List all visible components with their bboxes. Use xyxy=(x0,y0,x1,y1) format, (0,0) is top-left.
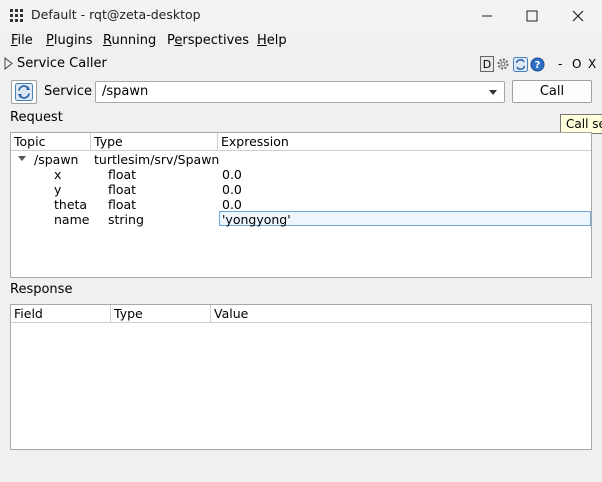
maximize-button[interactable] xyxy=(509,0,555,31)
tree-row[interactable]: x float 0.0 xyxy=(11,167,591,182)
refresh-services-button[interactable] xyxy=(11,80,37,104)
response-label: Response xyxy=(10,282,73,297)
menu-bar: File Plugins Running Perspectives Help xyxy=(0,31,602,51)
tree-cell-type: turtlesim/srv/Spawn xyxy=(94,152,220,167)
menu-running[interactable]: Running xyxy=(103,33,156,48)
call-tooltip: Call service xyxy=(560,114,602,134)
help-icon[interactable]: ? xyxy=(529,56,545,72)
dock-d-button[interactable]: D xyxy=(480,56,494,72)
request-label: Request xyxy=(10,110,63,125)
minimize-icon xyxy=(482,15,492,16)
tree-cell-expression[interactable]: 0.0 xyxy=(222,197,242,212)
refresh-icon[interactable] xyxy=(512,56,528,72)
tree-cell-topic: name xyxy=(54,212,90,227)
menu-perspectives[interactable]: Perspectives xyxy=(167,33,249,48)
dock-float-button[interactable]: O xyxy=(572,57,581,71)
tree-cell-type: float xyxy=(108,197,137,212)
menu-help[interactable]: Help xyxy=(257,33,287,48)
app-grid-icon xyxy=(10,9,24,23)
column-header-expression[interactable]: Expression xyxy=(218,133,591,151)
expression-edit-value[interactable]: 'yongyong' xyxy=(222,212,291,227)
column-header-value[interactable]: Value xyxy=(211,305,591,323)
dock-title: Service Caller xyxy=(17,56,107,71)
minimize-button[interactable] xyxy=(464,0,510,31)
tree-cell-type: float xyxy=(108,182,137,197)
expand-arrow-icon[interactable] xyxy=(18,156,26,161)
dock-tools: D ? xyxy=(480,55,545,73)
dock-minimize-button[interactable]: - xyxy=(558,57,562,71)
maximize-icon xyxy=(526,10,538,21)
window-titlebar: Default - rqt@zeta-desktop xyxy=(0,0,602,31)
tree-cell-expression[interactable]: 0.0 xyxy=(222,182,242,197)
request-tree-header: Topic Type Expression xyxy=(11,133,591,151)
response-tree-header: Field Type Value xyxy=(11,305,591,323)
tree-row-root[interactable]: /spawn turtlesim/srv/Spawn xyxy=(11,152,591,167)
call-button[interactable]: Call xyxy=(512,80,592,103)
column-header-field[interactable]: Field xyxy=(11,305,111,323)
window-title: Default - rqt@zeta-desktop xyxy=(31,7,201,22)
tree-row[interactable]: theta float 0.0 xyxy=(11,197,591,212)
close-button[interactable] xyxy=(555,0,601,31)
dock-title-bar: Service Caller D ? - O X xyxy=(0,54,602,74)
close-icon xyxy=(572,10,584,21)
refresh-icon xyxy=(15,83,33,101)
gear-icon[interactable] xyxy=(495,56,511,72)
svg-text:?: ? xyxy=(534,60,540,71)
expression-edit-field[interactable]: 'yongyong' xyxy=(219,211,591,227)
tree-row[interactable]: y float 0.0 xyxy=(11,182,591,197)
menu-plugins[interactable]: Plugins xyxy=(46,33,93,48)
tree-cell-type: string xyxy=(108,212,144,227)
column-header-topic[interactable]: Topic xyxy=(11,133,91,151)
splitter-handle[interactable] xyxy=(290,277,310,280)
collapse-arrow-icon[interactable] xyxy=(4,57,13,70)
tree-row[interactable]: name string 'yongyong' xyxy=(11,211,591,227)
menu-file[interactable]: File xyxy=(11,33,33,48)
response-tree[interactable]: Field Type Value xyxy=(10,304,592,450)
chevron-down-icon xyxy=(489,90,497,95)
service-select[interactable]: /spawn xyxy=(95,81,505,103)
service-selected-value: /spawn xyxy=(102,84,149,99)
service-label: Service xyxy=(44,84,93,99)
column-header-type[interactable]: Type xyxy=(91,133,218,151)
tree-cell-topic: theta xyxy=(54,197,88,212)
request-tree[interactable]: Topic Type Expression /spawn turtlesim/s… xyxy=(10,132,592,278)
tree-cell-topic: x xyxy=(54,167,62,182)
tree-cell-type: float xyxy=(108,167,137,182)
tree-cell-expression[interactable]: 0.0 xyxy=(222,167,242,182)
tree-cell-topic: /spawn xyxy=(34,152,79,167)
column-header-type[interactable]: Type xyxy=(111,305,211,323)
tree-cell-topic: y xyxy=(54,182,62,197)
dock-close-button[interactable]: X xyxy=(588,57,596,71)
